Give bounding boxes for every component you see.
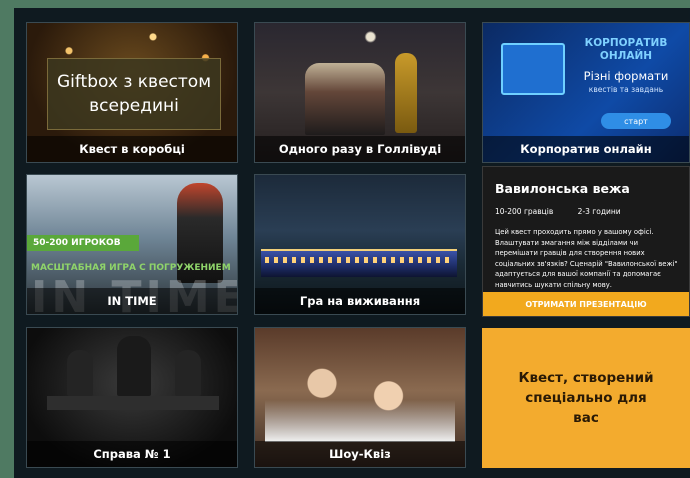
- card-caption: Гра на виживання: [255, 288, 465, 314]
- card-corporate-online[interactable]: КОРПОРАТИВ ОНЛАЙН Різні формати квестів …: [482, 22, 690, 163]
- card-caption: Шоу-Квіз: [255, 441, 465, 467]
- gift-overlay-line1: Giftbox з квестом: [56, 72, 212, 92]
- card-caption: IN TIME: [27, 288, 237, 314]
- get-presentation-button[interactable]: ОТРИМАТИ ПРЕЗЕНТАЦІЮ: [483, 292, 689, 316]
- court-table: [47, 396, 219, 410]
- start-button: старт: [601, 113, 671, 129]
- babylon-title: Вавилонська вежа: [495, 181, 630, 196]
- card-survival[interactable]: Гра на виживання: [254, 174, 466, 315]
- corporate-title-line1: КОРПОРАТИВ: [584, 37, 668, 49]
- crowd-shape: [265, 358, 455, 442]
- card-caption: Одного разу в Голлівуді: [255, 136, 465, 162]
- figure-left: [67, 350, 93, 396]
- monitor-icon: [501, 43, 565, 95]
- card-gift-quest[interactable]: Giftbox з квестом всередині Квест в коро…: [26, 22, 238, 163]
- card-custom-quest[interactable]: Квест, створений спеціально для вас: [482, 328, 690, 468]
- custom-quest-text: Квест, створений спеціально для вас: [511, 368, 661, 428]
- babylon-description: Цей квест проходить прямо у вашому офісі…: [495, 228, 678, 289]
- duration: 2-3 години: [577, 207, 621, 216]
- card-show-quiz[interactable]: Шоу-Квіз: [254, 327, 466, 468]
- card-case-1[interactable]: Справа № 1: [26, 327, 238, 468]
- gift-overlay: Giftbox з квестом всередині: [47, 58, 221, 130]
- people-silhouettes: [305, 63, 385, 135]
- figure-right: [175, 350, 201, 396]
- judge-figure: [117, 336, 151, 396]
- players-count: 10-200 гравців: [495, 207, 554, 216]
- babylon-meta: 10-200 гравців 2-3 години: [495, 207, 643, 216]
- card-in-time[interactable]: 50-200 ИГРОКОВ МАСШТАБНАЯ ИГРА С ПОГРУЖЕ…: [26, 174, 238, 315]
- card-caption: Квест в коробці: [27, 136, 237, 162]
- corporate-title-line2: ОНЛАЙН: [599, 50, 653, 62]
- corporate-subtitle-small: квестів та завдань: [588, 85, 664, 94]
- card-caption: Корпоратив онлайн: [483, 136, 689, 162]
- card-hollywood[interactable]: Одного разу в Голлівуді: [254, 22, 466, 163]
- boat-hotel-shape: [261, 249, 457, 277]
- custom-quest-line2: спеціально для вас: [525, 390, 647, 426]
- card-caption: Справа № 1: [27, 441, 237, 467]
- oscar-statue-icon: [395, 53, 417, 133]
- players-badge: 50-200 ИГРОКОВ: [27, 235, 139, 251]
- card-babylon-tower[interactable]: Вавилонська вежа 10-200 гравців 2-3 годи…: [482, 166, 690, 317]
- gift-overlay-line2: всередині: [89, 96, 179, 116]
- corporate-subtitle: Різні формати: [583, 69, 669, 83]
- corporate-title: КОРПОРАТИВ ОНЛАЙН: [571, 37, 681, 63]
- custom-quest-line1: Квест, створений: [518, 370, 654, 386]
- window-lights: [265, 257, 451, 263]
